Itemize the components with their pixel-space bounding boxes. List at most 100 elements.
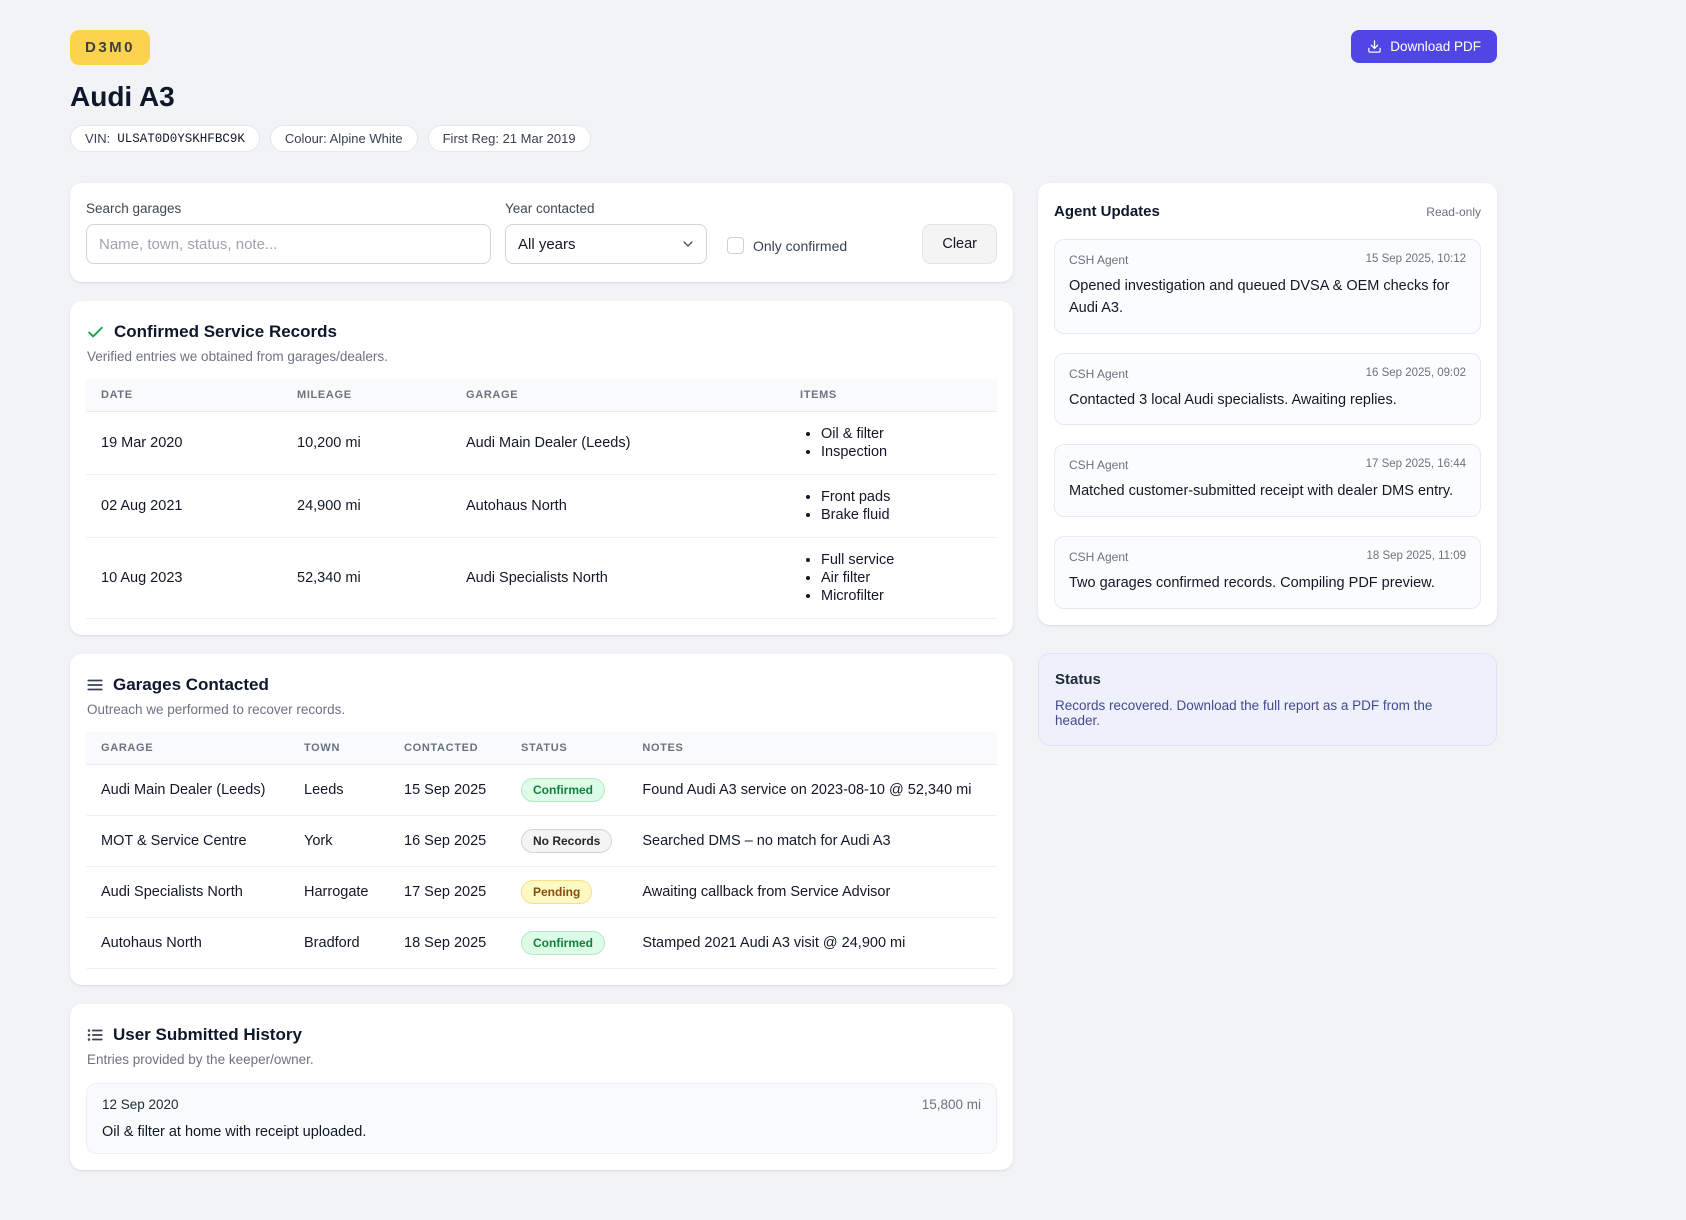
download-icon bbox=[1367, 39, 1382, 54]
garages-contacted-header: Garages Contacted bbox=[86, 670, 997, 695]
table-row: Audi Specialists North Harrogate 17 Sep … bbox=[86, 867, 997, 918]
header: D3M0 Download PDF bbox=[70, 30, 1497, 65]
table-row: 19 Mar 2020 10,200 mi Audi Main Dealer (… bbox=[86, 412, 997, 475]
cell-garage: Audi Specialists North bbox=[451, 538, 785, 619]
item: Air filter bbox=[821, 569, 982, 587]
demo-badge: D3M0 bbox=[70, 30, 150, 65]
cell-items: Full service Air filter Microfilter bbox=[785, 538, 997, 619]
column-header-items: ITEMS bbox=[785, 379, 997, 412]
item: Front pads bbox=[821, 488, 982, 506]
cell-status: Pending bbox=[506, 867, 627, 918]
user-entry-header: 12 Sep 2020 15,800 mi bbox=[102, 1097, 981, 1112]
confirmed-records-subtitle: Verified entries we obtained from garage… bbox=[87, 349, 997, 364]
confirmed-records-header: Confirmed Service Records bbox=[86, 317, 997, 342]
vin-label: VIN: bbox=[85, 131, 110, 146]
cell-items: Front pads Brake fluid bbox=[785, 475, 997, 538]
search-field: Search garages bbox=[86, 201, 491, 264]
garages-contacted-title: Garages Contacted bbox=[113, 675, 269, 695]
cell-mileage: 10,200 mi bbox=[282, 412, 451, 475]
year-contacted-label: Year contacted bbox=[505, 201, 707, 216]
table-row: MOT & Service Centre York 16 Sep 2025 No… bbox=[86, 816, 997, 867]
column-header-date: DATE bbox=[86, 379, 282, 412]
cell-status: No Records bbox=[506, 816, 627, 867]
main-column: Search garages Year contacted All years bbox=[70, 183, 1013, 1189]
cell-notes: Stamped 2021 Audi A3 visit @ 24,900 mi bbox=[627, 918, 997, 969]
agent-name: CSH Agent bbox=[1069, 550, 1128, 564]
status-message: Records recovered. Download the full rep… bbox=[1055, 698, 1480, 728]
only-confirmed-checkbox[interactable] bbox=[727, 237, 744, 254]
check-icon bbox=[86, 323, 105, 342]
garages-contacted-card: Garages Contacted Outreach we performed … bbox=[70, 654, 1013, 985]
confirmed-records-title: Confirmed Service Records bbox=[114, 322, 337, 342]
status-card: Status Records recovered. Download the f… bbox=[1038, 653, 1497, 746]
cell-contacted: 18 Sep 2025 bbox=[389, 918, 506, 969]
user-history-header: User Submitted History bbox=[86, 1020, 997, 1045]
agent-updates-title: Agent Updates bbox=[1054, 203, 1160, 220]
cell-date: 19 Mar 2020 bbox=[86, 412, 282, 475]
agent-timestamp: 15 Sep 2025, 10:12 bbox=[1366, 253, 1466, 267]
agent-timestamp: 16 Sep 2025, 09:02 bbox=[1366, 367, 1466, 381]
user-history-card: User Submitted History Entries provided … bbox=[70, 1004, 1013, 1170]
table-row: Audi Main Dealer (Leeds) Leeds 15 Sep 20… bbox=[86, 765, 997, 816]
status-badge: Pending bbox=[521, 880, 592, 904]
items-list: Full service Air filter Microfilter bbox=[800, 551, 982, 605]
garages-contacted-table: GARAGE TOWN CONTACTED STATUS NOTES Audi … bbox=[86, 732, 997, 969]
vin-value: ULSAT0D0YSKHFBC9K bbox=[117, 132, 245, 146]
item: Full service bbox=[821, 551, 982, 569]
download-pdf-button[interactable]: Download PDF bbox=[1351, 30, 1497, 63]
agent-message: Contacted 3 local Audi specialists. Awai… bbox=[1069, 390, 1466, 412]
colour-pill: Colour: Alpine White bbox=[270, 125, 418, 152]
table-row: 02 Aug 2021 24,900 mi Autohaus North Fro… bbox=[86, 475, 997, 538]
cell-notes: Awaiting callback from Service Advisor bbox=[627, 867, 997, 918]
status-badge: No Records bbox=[521, 829, 612, 853]
column-header-contacted: CONTACTED bbox=[389, 732, 506, 765]
user-entry-note: Oil & filter at home with receipt upload… bbox=[102, 1124, 981, 1140]
agent-timestamp: 18 Sep 2025, 11:09 bbox=[1366, 550, 1466, 564]
cell-garage: Autohaus North bbox=[451, 475, 785, 538]
agent-update-entry: CSH Agent 15 Sep 2025, 10:12 Opened inve… bbox=[1054, 239, 1481, 334]
readonly-label: Read-only bbox=[1426, 205, 1481, 219]
year-select[interactable]: All years bbox=[505, 224, 707, 264]
agent-message: Two garages confirmed records. Compiling… bbox=[1069, 573, 1466, 595]
item: Inspection bbox=[821, 443, 982, 461]
cell-items: Oil & filter Inspection bbox=[785, 412, 997, 475]
filter-bar: Search garages Year contacted All years bbox=[70, 183, 1013, 282]
first-reg-pill: First Reg: 21 Mar 2019 bbox=[428, 125, 591, 152]
only-confirmed-field: Only confirmed bbox=[727, 237, 847, 254]
agent-message: Opened investigation and queued DVSA & O… bbox=[1069, 276, 1466, 320]
cell-town: Leeds bbox=[289, 765, 389, 816]
content-layout: Search garages Year contacted All years bbox=[70, 183, 1497, 1189]
menu-icon bbox=[86, 676, 104, 694]
agent-update-entry: CSH Agent 16 Sep 2025, 09:02 Contacted 3… bbox=[1054, 353, 1481, 426]
page-title: Audi A3 bbox=[70, 81, 1497, 113]
clear-button[interactable]: Clear bbox=[922, 224, 997, 264]
cell-notes: Found Audi A3 service on 2023-08-10 @ 52… bbox=[627, 765, 997, 816]
column-header-town: TOWN bbox=[289, 732, 389, 765]
item: Oil & filter bbox=[821, 425, 982, 443]
table-header-row: DATE MILEAGE GARAGE ITEMS bbox=[86, 379, 997, 412]
search-input[interactable] bbox=[86, 224, 491, 264]
cell-garage: MOT & Service Centre bbox=[86, 816, 289, 867]
user-entry-mileage: 15,800 mi bbox=[922, 1097, 981, 1112]
cell-garage: Audi Specialists North bbox=[86, 867, 289, 918]
cell-town: Harrogate bbox=[289, 867, 389, 918]
cell-date: 10 Aug 2023 bbox=[86, 538, 282, 619]
search-label: Search garages bbox=[86, 201, 491, 216]
vehicle-meta: VIN: ULSAT0D0YSKHFBC9K Colour: Alpine Wh… bbox=[70, 125, 1497, 152]
agent-update-entry: CSH Agent 17 Sep 2025, 16:44 Matched cus… bbox=[1054, 444, 1481, 517]
user-entry-date: 12 Sep 2020 bbox=[102, 1097, 179, 1112]
download-pdf-label: Download PDF bbox=[1390, 39, 1481, 54]
year-select-wrap: All years bbox=[505, 224, 707, 264]
agent-name: CSH Agent bbox=[1069, 367, 1128, 381]
vin-pill: VIN: ULSAT0D0YSKHFBC9K bbox=[70, 125, 260, 152]
page: D3M0 Download PDF Audi A3 VIN: ULSAT0D0Y… bbox=[70, 0, 1497, 1189]
sidebar: Agent Updates Read-only CSH Agent 15 Sep… bbox=[1038, 183, 1497, 746]
agent-timestamp: 17 Sep 2025, 16:44 bbox=[1366, 458, 1466, 472]
only-confirmed-label: Only confirmed bbox=[753, 238, 847, 254]
cell-mileage: 24,900 mi bbox=[282, 475, 451, 538]
agent-name: CSH Agent bbox=[1069, 458, 1128, 472]
agent-updates-card: Agent Updates Read-only CSH Agent 15 Sep… bbox=[1038, 183, 1497, 625]
cell-contacted: 17 Sep 2025 bbox=[389, 867, 506, 918]
cell-garage: Audi Main Dealer (Leeds) bbox=[86, 765, 289, 816]
cell-garage: Audi Main Dealer (Leeds) bbox=[451, 412, 785, 475]
